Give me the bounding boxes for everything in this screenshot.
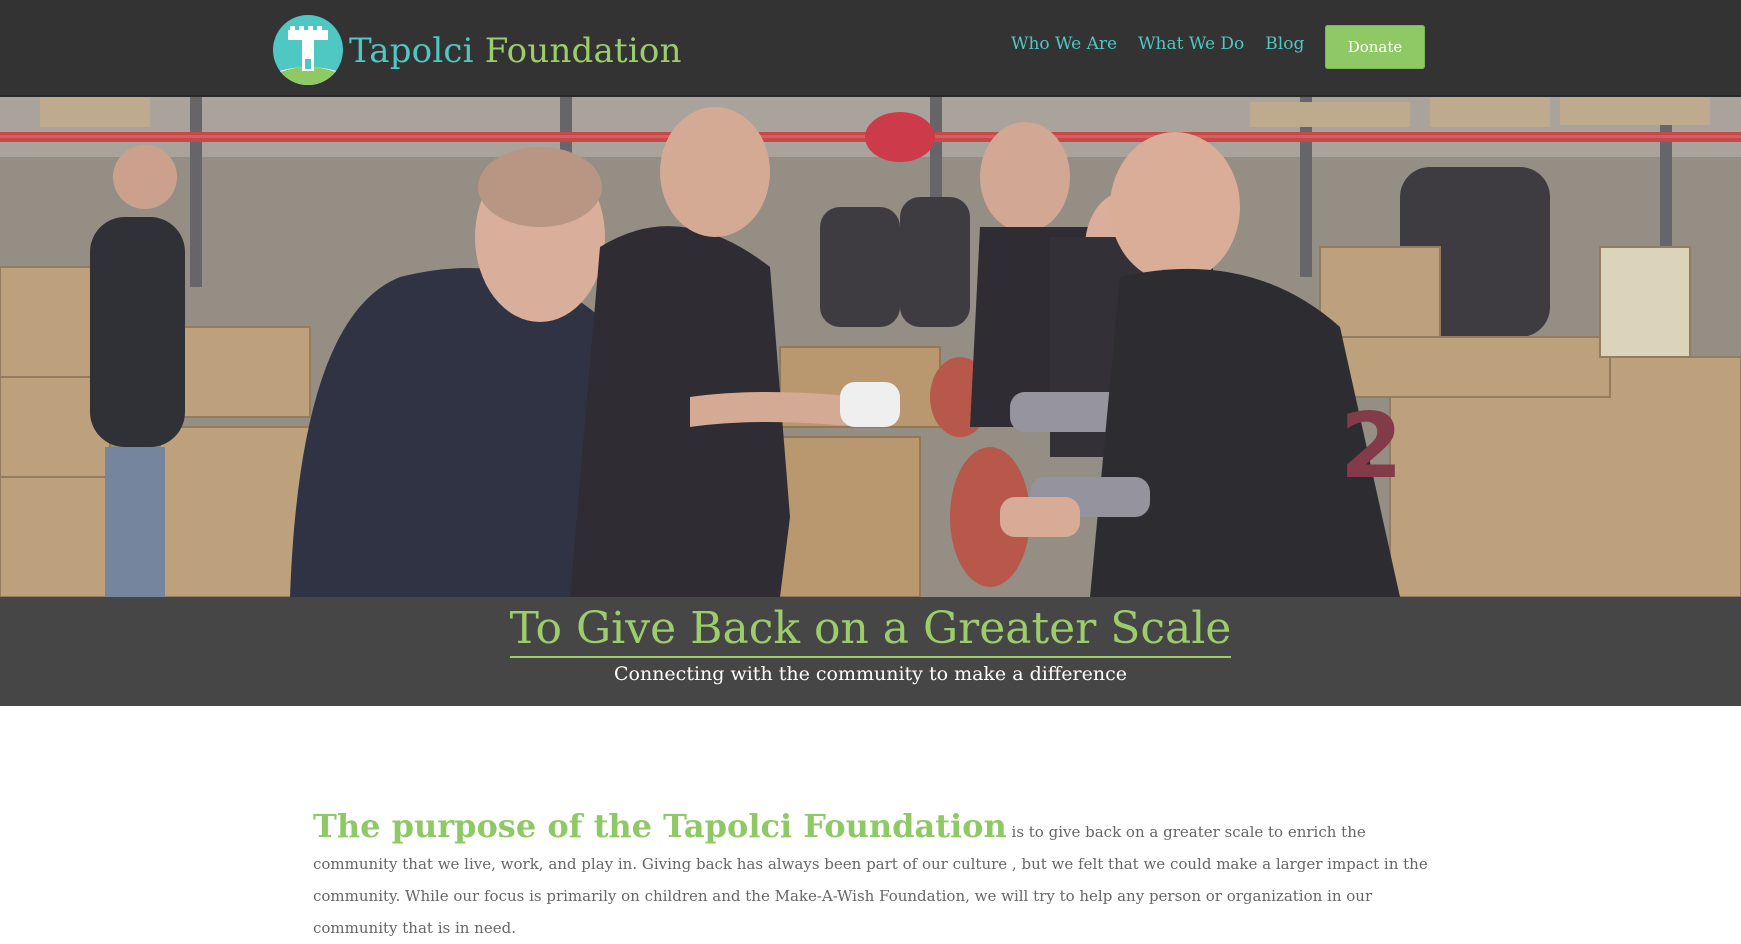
nav-who-we-are[interactable]: Who We Are	[1011, 34, 1117, 54]
nav-what-we-do[interactable]: What We Do	[1138, 34, 1244, 54]
purpose-heading: The purpose of the Tapolci Foundation	[313, 807, 1007, 845]
hero-title: To Give Back on a Greater Scale	[0, 603, 1741, 658]
site-header: Tapolci Foundation Who We Are What We Do…	[0, 0, 1741, 97]
hero-image: 2	[0, 97, 1741, 597]
site-logo[interactable]: Tapolci Foundation	[273, 14, 682, 86]
nav-blog[interactable]: Blog	[1265, 34, 1304, 54]
hero-subtitle: Connecting with the community to make a …	[613, 663, 1128, 685]
tower-logo-icon	[273, 15, 343, 85]
site-logo-text: Tapolci Foundation	[349, 31, 682, 71]
logo-word-1: Tapolci	[349, 31, 474, 71]
donate-button[interactable]: Donate	[1325, 25, 1425, 69]
hero-banner: To Give Back on a Greater Scale Connecti…	[0, 597, 1741, 706]
purpose-section: The purpose of the Tapolci Foundation is…	[313, 810, 1443, 944]
logo-word-2: Foundation	[484, 31, 682, 71]
main-nav: Who We Are What We Do Blog	[1011, 34, 1325, 54]
hero-title-text: To Give Back on a Greater Scale	[509, 603, 1232, 658]
